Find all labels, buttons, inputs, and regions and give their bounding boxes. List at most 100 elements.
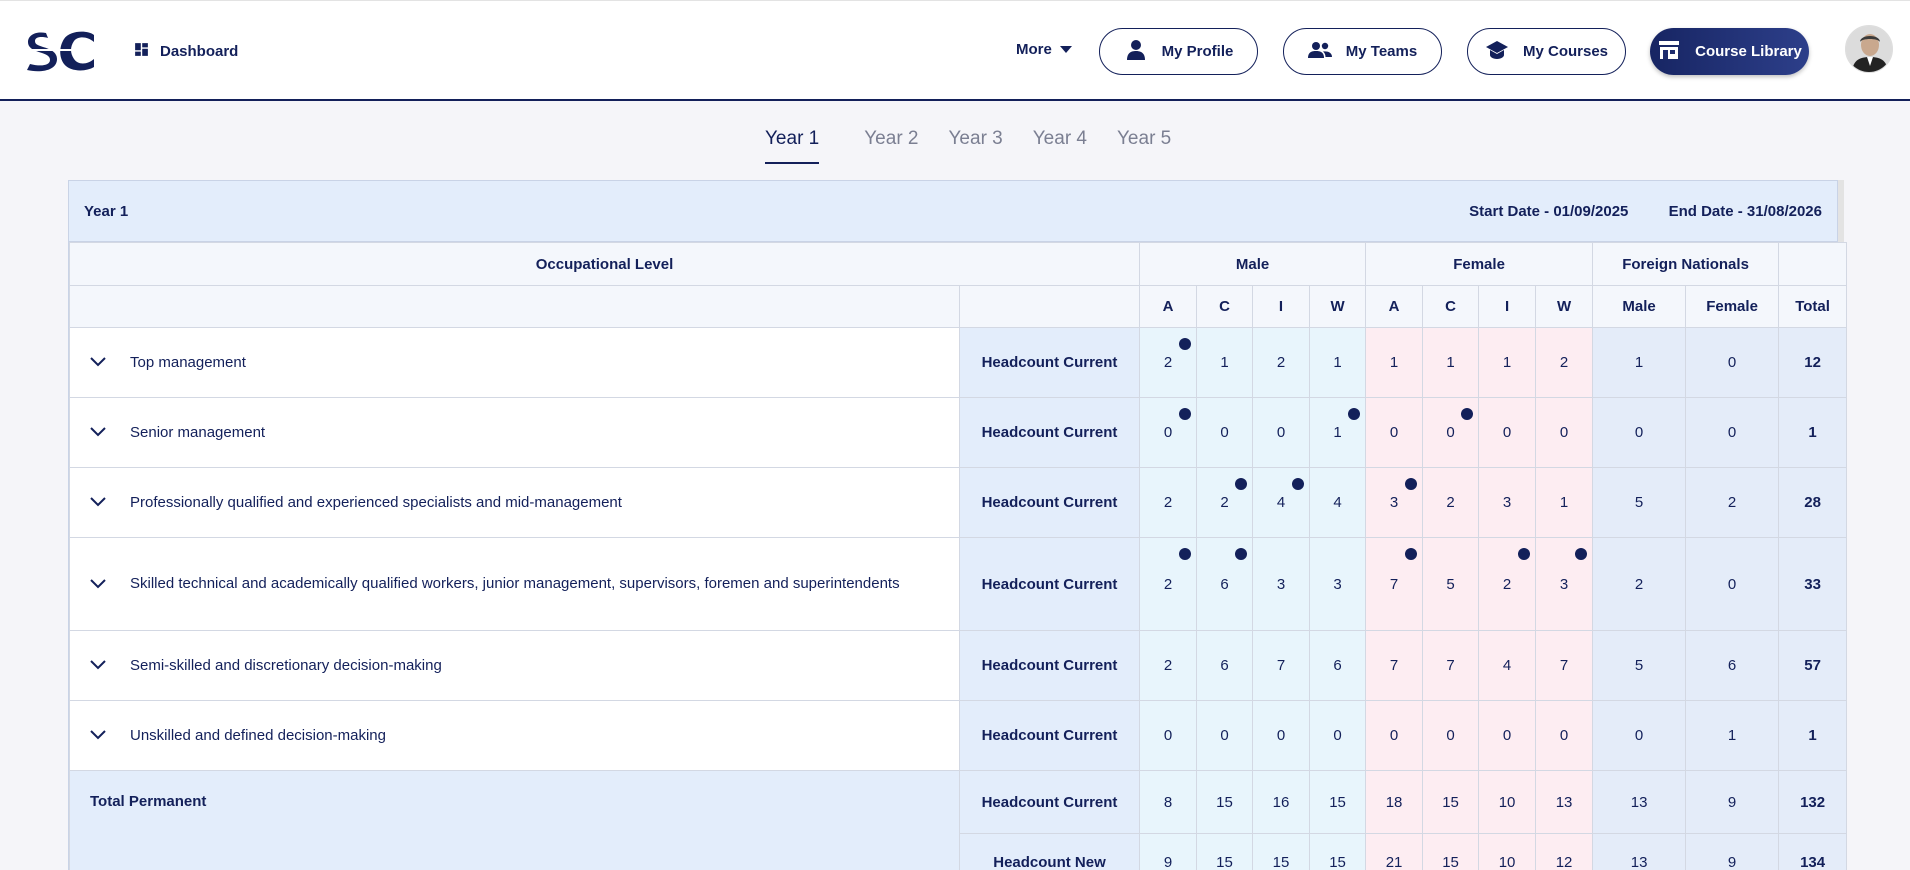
value-cell[interactable]: 6 [1309,630,1367,701]
occupational-level-cell[interactable]: Unskilled and defined decision-making [69,700,960,771]
value-cell[interactable]: 0 [1478,700,1537,771]
value-cell[interactable]: 6 [1196,630,1254,701]
value-cell[interactable]: 1 [1535,467,1594,538]
user-avatar[interactable] [1845,25,1893,73]
total-value-cell: 9 [1685,833,1780,870]
value-cell[interactable]: 0 [1685,397,1780,468]
value-cell[interactable]: 1 [1685,700,1780,771]
value-cell[interactable]: 5 [1592,630,1687,701]
value-cell[interactable]: 3 [1252,537,1311,631]
total-value-cell: 16 [1252,770,1311,834]
total-value-cell: 134 [1778,833,1848,870]
measure-label: Headcount Current [958,327,1141,398]
occupational-level-cell[interactable]: Top management [69,327,960,398]
value-cell[interactable]: 1 [1196,327,1254,398]
value-cell[interactable]: 3 [1365,467,1424,538]
occupational-level-cell[interactable]: Skilled technical and academically quali… [69,537,960,631]
value-cell[interactable]: 4 [1478,630,1537,701]
occupational-level-cell[interactable]: Semi-skilled and discretionary decision-… [69,630,960,701]
value-cell[interactable]: 1 [1422,327,1480,398]
value-cell[interactable]: 0 [1592,397,1687,468]
value-cell[interactable]: 2 [1139,327,1198,398]
dashboard-link[interactable]: Dashboard [133,41,238,62]
tab-year-5[interactable]: Year 5 [1102,126,1186,164]
graduation-cap-icon [1485,38,1509,66]
more-menu[interactable]: More [1016,41,1072,58]
value-cell[interactable]: 6 [1196,537,1254,631]
occupational-level-cell[interactable]: Professionally qualified and experienced… [69,467,960,538]
value-cell[interactable]: 5 [1592,467,1687,538]
value-cell[interactable]: 3 [1535,537,1594,631]
measure-label: Headcount Current [958,700,1141,771]
company-logo[interactable] [24,29,98,73]
my-teams-button[interactable]: My Teams [1283,28,1442,75]
value-cell[interactable]: 0 [1139,700,1198,771]
occupational-level-header: Occupational Level [68,242,1141,286]
my-courses-button[interactable]: My Courses [1467,28,1626,75]
value-cell[interactable]: 4 [1309,467,1367,538]
value-cell[interactable]: 0 [1252,397,1311,468]
chevron-down-icon[interactable] [90,424,108,441]
value-cell[interactable]: 2 [1139,467,1198,538]
value-cell[interactable]: 0 [1685,537,1780,631]
value-cell[interactable]: 2 [1139,537,1198,631]
value-cell[interactable]: 0 [1365,397,1424,468]
value-cell[interactable]: 7 [1535,630,1594,701]
value-cell[interactable]: 0 [1196,397,1254,468]
value-cell[interactable]: 7 [1422,630,1480,701]
my-profile-button[interactable]: My Profile [1099,28,1258,75]
value-cell[interactable]: 0 [1252,700,1311,771]
value-cell[interactable]: 7 [1365,537,1424,631]
tab-year-3[interactable]: Year 3 [934,126,1018,164]
value-cell[interactable]: 2 [1592,537,1687,631]
chevron-down-icon[interactable] [90,576,108,593]
chevron-down-icon[interactable] [90,657,108,674]
tab-year-1[interactable]: Year 1 [765,126,820,164]
table-row: Senior management Headcount Current 0 0 0 1 0 0… [69,397,1848,468]
chevron-down-icon[interactable] [90,354,108,371]
occupational-level-cell[interactable]: Senior management [69,397,960,468]
sub-header: Male [1592,285,1687,328]
value-cell[interactable]: 3 [1478,467,1537,538]
measure-label: Headcount Current [958,467,1141,538]
value-cell[interactable]: 5 [1422,537,1480,631]
value-cell[interactable]: 0 [1422,700,1480,771]
chevron-down-icon[interactable] [90,494,108,511]
sub-header: A [1365,285,1424,328]
value-cell[interactable]: 7 [1252,630,1311,701]
value-cell[interactable]: 0 [1685,327,1780,398]
value-cell[interactable]: 0 [1535,397,1594,468]
value-cell[interactable]: 0 [1139,397,1198,468]
value-cell[interactable]: 1 [1309,397,1367,468]
value-cell[interactable]: 2 [1196,467,1254,538]
total-value-cell: 15 [1252,833,1311,870]
value-cell[interactable]: 2 [1422,467,1480,538]
tab-year-2[interactable]: Year 2 [849,126,933,164]
value-cell[interactable]: 2 [1252,327,1311,398]
value-cell[interactable]: 7 [1365,630,1424,701]
occupational-level-label: Senior management [130,423,266,441]
value-cell[interactable]: 0 [1196,700,1254,771]
value-cell[interactable]: 2 [1685,467,1780,538]
chevron-down-icon[interactable] [90,727,108,744]
value-cell[interactable]: 2 [1139,630,1198,701]
value-cell[interactable]: 2 [1535,327,1594,398]
value-cell[interactable]: 2 [1478,537,1537,631]
value-cell[interactable]: 0 [1365,700,1424,771]
value-cell[interactable]: 0 [1535,700,1594,771]
tab-year-4[interactable]: Year 4 [1018,126,1102,164]
total-value-cell: 8 [1139,770,1198,834]
value-cell[interactable]: 4 [1252,467,1311,538]
value-cell[interactable]: 1 [1478,327,1537,398]
course-library-button[interactable]: Course Library [1650,28,1809,75]
value-cell[interactable]: 0 [1309,700,1367,771]
total-value-cell: 15 [1196,833,1254,870]
value-cell[interactable]: 3 [1309,537,1367,631]
value-cell[interactable]: 6 [1685,630,1780,701]
value-cell[interactable]: 1 [1592,327,1687,398]
value-cell[interactable]: 1 [1309,327,1367,398]
value-cell[interactable]: 0 [1478,397,1537,468]
value-cell[interactable]: 1 [1365,327,1424,398]
value-cell[interactable]: 0 [1592,700,1687,771]
value-cell[interactable]: 0 [1422,397,1480,468]
